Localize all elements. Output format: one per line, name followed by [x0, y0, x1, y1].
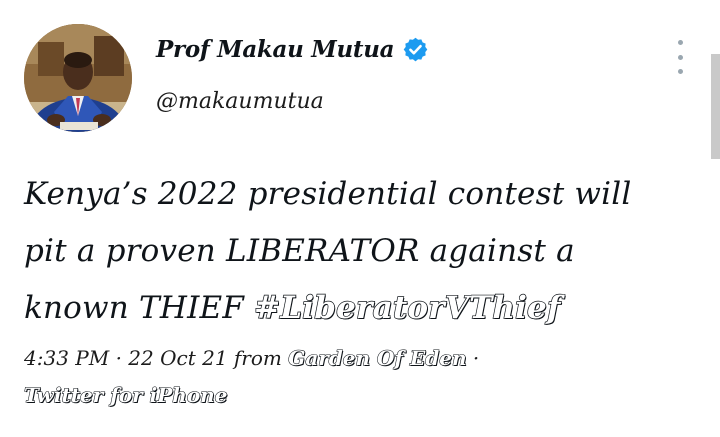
author-handle[interactable]: @makaumutua	[156, 89, 324, 114]
tweet-meta: 4:33 PM · 22 Oct 21 from Garden Of Eden …	[23, 340, 704, 414]
avatar[interactable]	[24, 24, 132, 132]
meta-from-label: from	[227, 346, 289, 370]
more-dot	[677, 40, 683, 45]
meta-separator: ·	[109, 346, 129, 370]
meta-separator: ·	[466, 346, 480, 370]
tweet-text-segment: known THIEF	[24, 290, 255, 326]
scrollbar[interactable]	[711, 54, 720, 159]
more-vertical-icon[interactable]	[670, 40, 690, 74]
tweet-text-line: Kenya’s 2022 presidential contest will	[24, 176, 632, 212]
tweet-text-line: pit a proven LIBERATOR against a	[24, 233, 575, 269]
tweet-time[interactable]: 4:33 PM	[24, 346, 109, 370]
tweet-source-link[interactable]: Twitter for iPhone	[23, 382, 228, 407]
tweet-text-line: known THIEF #LiberatorVThief	[24, 280, 704, 337]
more-dot	[677, 69, 683, 74]
tweet-location-link[interactable]: Garden Of Eden	[288, 345, 467, 370]
avatar-image	[24, 24, 132, 132]
verified-badge-icon	[403, 37, 428, 62]
more-dot	[677, 54, 683, 60]
hashtag-link[interactable]: #LiberatorVThief	[253, 289, 561, 326]
tweet-date[interactable]: 22 Oct 21	[128, 346, 227, 370]
tweet-text: Kenya’s 2022 presidential contest will p…	[24, 166, 704, 337]
display-name-text: Prof Makau Mutua	[156, 36, 395, 63]
author-display-name[interactable]: Prof Makau Mutua	[156, 36, 429, 63]
